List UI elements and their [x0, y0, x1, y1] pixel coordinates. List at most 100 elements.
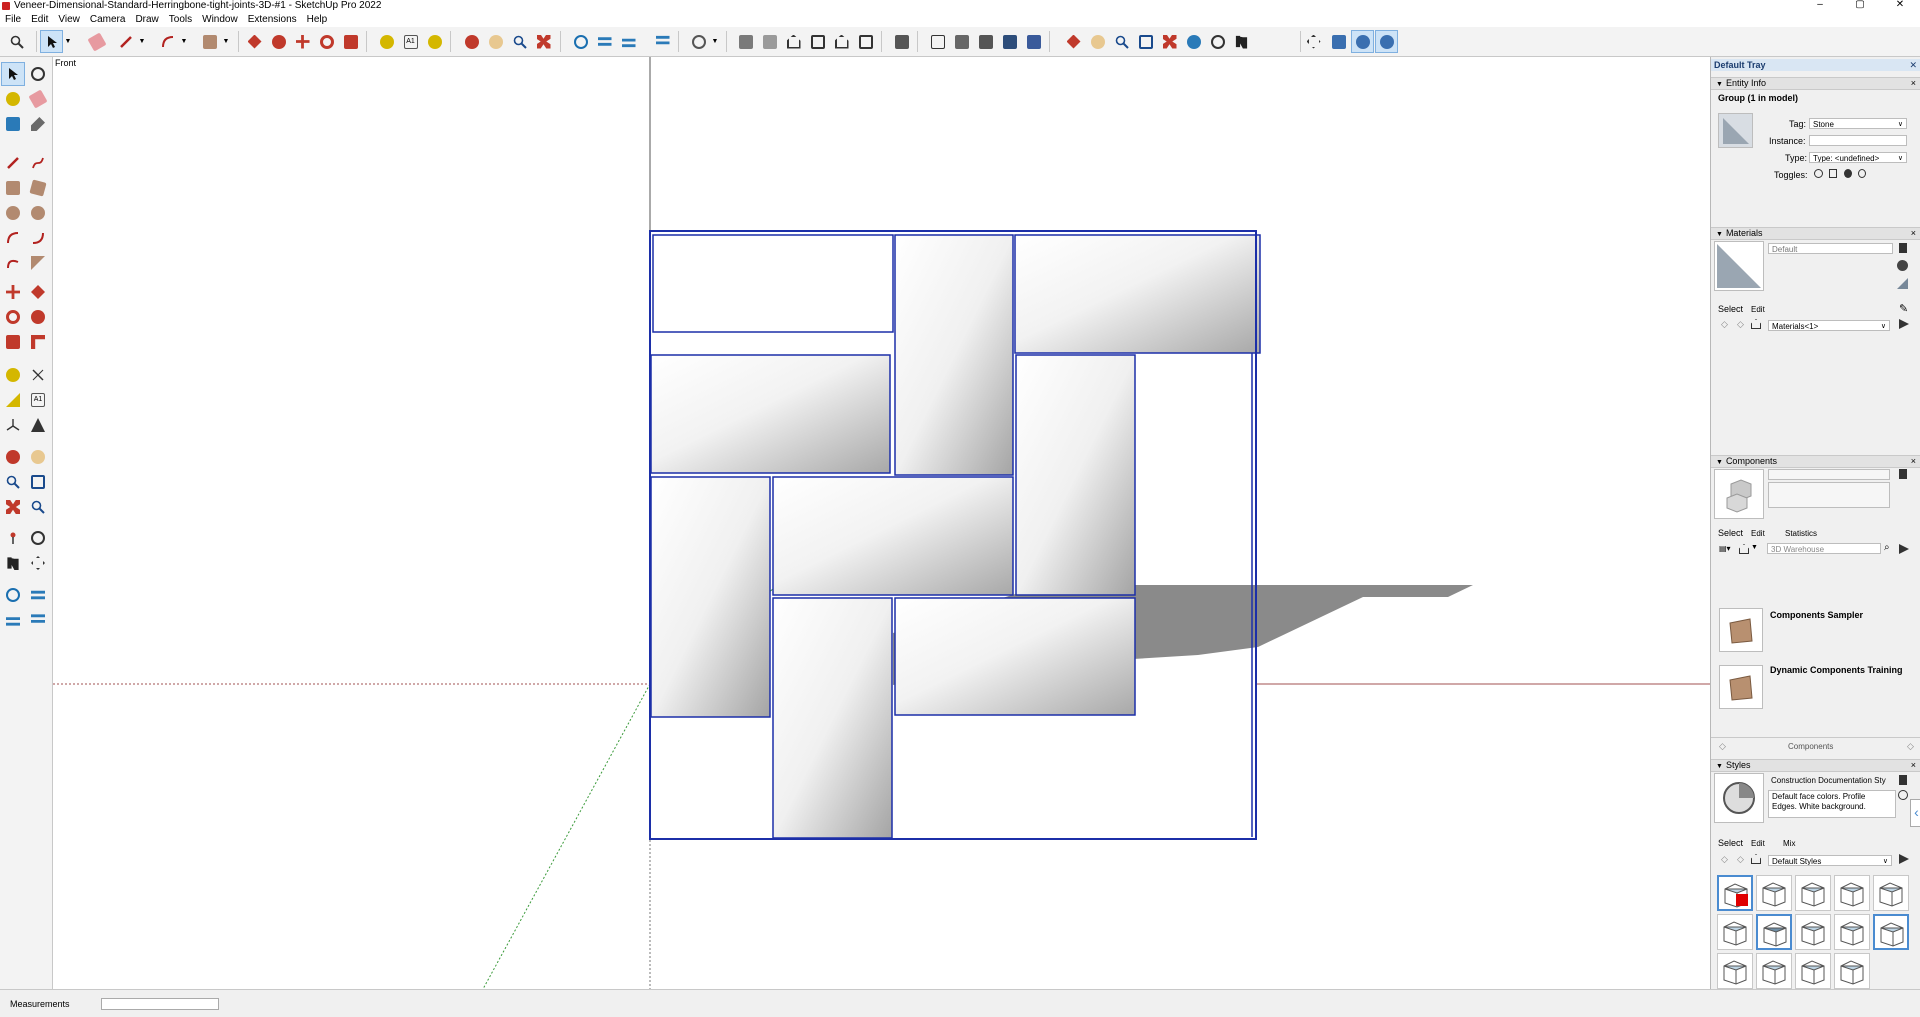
line-tool-button[interactable] — [115, 31, 136, 52]
tile-vertical-right[interactable] — [1015, 354, 1136, 596]
receive-shadows-icon[interactable] — [1844, 169, 1852, 178]
styles-edit-tab[interactable]: Edit — [1751, 839, 1765, 848]
search-icon[interactable]: ⌕ — [1884, 542, 1890, 553]
tile-vertical-left[interactable] — [650, 476, 771, 718]
smoove-button[interactable] — [594, 31, 615, 52]
material-file-icon[interactable] — [1899, 243, 1907, 253]
lt-followme-button[interactable] — [27, 306, 49, 328]
paint-bucket-button[interactable] — [424, 31, 445, 52]
extension-b-button[interactable] — [1351, 30, 1374, 53]
style-thumbnail[interactable] — [1873, 875, 1909, 911]
line-dropdown[interactable]: ▼ — [137, 31, 147, 52]
lt-offset-button[interactable] — [27, 331, 49, 353]
entity-info-header[interactable]: ▼ Entity Info × — [1711, 77, 1920, 90]
materials-edit-tab[interactable]: Edit — [1751, 305, 1765, 314]
styles-back-icon[interactable]: ◇ — [1721, 854, 1728, 865]
style-thumbnail[interactable] — [1795, 875, 1831, 911]
lt-tape-button[interactable] — [2, 364, 24, 386]
lt-section-button[interactable] — [27, 552, 49, 574]
forward-arrow-icon[interactable]: ◇ — [1737, 319, 1744, 330]
lt-3dtext-button[interactable] — [27, 414, 49, 436]
styles-header[interactable]: ▼ Styles × — [1711, 759, 1920, 772]
stamp-button[interactable] — [618, 31, 639, 52]
style-thumbnail[interactable] — [1756, 953, 1792, 989]
dynamic-components-label[interactable]: Dynamic Components Training — [1770, 665, 1903, 675]
tile-bottom-right[interactable] — [894, 597, 1136, 716]
top-view-button[interactable] — [759, 31, 780, 52]
tape-measure-button[interactable] — [376, 31, 397, 52]
menu-view[interactable]: View — [53, 12, 85, 27]
menu-help[interactable]: Help — [302, 12, 333, 27]
tag-select[interactable]: Stone ∨ — [1809, 118, 1907, 129]
close-button[interactable]: ✕ — [1880, 0, 1920, 12]
tile-vertical-bottom[interactable] — [772, 597, 893, 839]
left-view-button[interactable] — [855, 31, 876, 52]
components-forward-icon[interactable]: ◇ — [1907, 741, 1914, 752]
shaded-textures-button[interactable] — [999, 31, 1020, 52]
styles-forward-icon[interactable]: ◇ — [1737, 854, 1744, 865]
pan-button[interactable] — [485, 31, 506, 52]
lt-component-button[interactable] — [2, 113, 24, 135]
home-icon[interactable] — [1751, 854, 1761, 864]
sandbox-button[interactable] — [570, 31, 591, 52]
section-display-button[interactable] — [1303, 31, 1324, 52]
lt-select-button[interactable] — [1, 62, 25, 86]
select-dropdown[interactable]: ▼ — [63, 31, 73, 52]
home-icon[interactable] — [1739, 544, 1749, 554]
styles-select-tab[interactable]: Select — [1718, 838, 1743, 848]
component-description-field[interactable] — [1768, 482, 1890, 508]
shape-tool-button[interactable] — [199, 31, 220, 52]
lt-2pt-arc-button[interactable] — [27, 227, 49, 249]
components-sampler-thumbnail[interactable] — [1719, 608, 1763, 652]
lt-axes-button[interactable] — [2, 414, 24, 436]
eraser-tool-button[interactable] — [86, 31, 107, 52]
lt-pushpull-button[interactable] — [27, 281, 49, 303]
shape-dropdown[interactable]: ▼ — [221, 31, 231, 52]
zoom-fit-button[interactable] — [1159, 31, 1180, 52]
zoom-window-button[interactable] — [1135, 31, 1156, 52]
lt-stamp-button[interactable] — [2, 609, 24, 631]
components-sampler-label[interactable]: Components Sampler — [1770, 610, 1863, 620]
components-back-icon[interactable]: ◇ — [1719, 741, 1726, 752]
materials-select-tab[interactable]: Select — [1718, 304, 1743, 314]
tile-middle-left[interactable] — [650, 354, 891, 474]
lt-line-button[interactable] — [2, 152, 24, 174]
menu-camera[interactable]: Camera — [85, 12, 131, 27]
zoom-extents-button[interactable] — [533, 31, 554, 52]
details-arrow-icon[interactable] — [1899, 544, 1909, 554]
style-thumbnail[interactable] — [1717, 875, 1753, 911]
walk-button[interactable] — [1087, 31, 1108, 52]
lock-icon[interactable] — [1829, 169, 1837, 178]
entity-info-close-icon[interactable]: × — [1911, 78, 1916, 89]
style-thumbnail[interactable] — [1756, 914, 1792, 950]
arc-dropdown[interactable]: ▼ — [179, 31, 189, 52]
back-view-button[interactable] — [831, 31, 852, 52]
rotate-tool-button[interactable] — [316, 31, 337, 52]
account-button[interactable] — [688, 31, 709, 52]
lt-zoom-window-button[interactable] — [27, 471, 49, 493]
tile-center[interactable] — [772, 476, 1014, 596]
scale-tool-button[interactable] — [340, 31, 361, 52]
lt-scale-button[interactable] — [2, 331, 24, 353]
details-arrow-icon[interactable] — [1899, 854, 1909, 864]
iso-view-button[interactable] — [735, 31, 756, 52]
previous-view-button[interactable] — [1183, 31, 1204, 52]
xray-button[interactable] — [891, 31, 912, 52]
lt-eraser-button[interactable] — [27, 88, 49, 110]
follow-me-button[interactable] — [268, 31, 289, 52]
model-canvas[interactable] — [53, 57, 1710, 989]
lt-zoom-extents-button[interactable] — [2, 496, 24, 518]
push-pull-button[interactable] — [244, 31, 265, 52]
monochrome-button[interactable] — [1023, 31, 1044, 52]
menu-tools[interactable]: Tools — [164, 12, 197, 27]
lt-rotated-rect-button[interactable] — [27, 177, 49, 199]
menu-file[interactable]: File — [0, 12, 26, 27]
materials-close-icon[interactable]: × — [1911, 228, 1916, 239]
tray-close-icon[interactable]: ✕ — [1906, 59, 1917, 71]
style-thumbnail[interactable] — [1834, 914, 1870, 950]
visibility-eye-icon[interactable] — [1814, 169, 1823, 178]
dynamic-components-thumbnail[interactable] — [1719, 665, 1763, 709]
look-around-button[interactable] — [1207, 31, 1228, 52]
lt-dimension-button[interactable] — [27, 364, 49, 386]
cast-shadows-icon[interactable] — [1858, 169, 1866, 178]
